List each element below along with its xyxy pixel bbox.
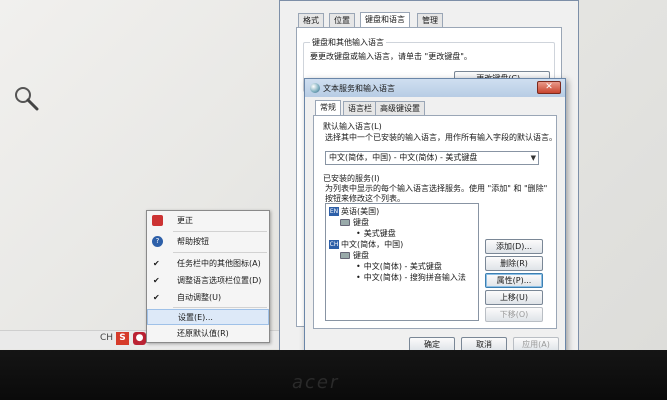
move-down-button[interactable]: 下移(O) [485,307,543,322]
tree-node-chinese[interactable]: CH 中文(简体，中国) [329,240,403,250]
globe-icon [310,83,320,93]
close-button[interactable]: ✕ [537,81,561,94]
properties-button[interactable]: 属性(P)... [485,273,543,288]
help-icon: ? [152,236,163,247]
menu-item-correction[interactable]: 更正 [147,213,269,229]
document-icon [152,215,163,226]
add-button[interactable]: 添加(D)... [485,239,543,254]
sogou-icon[interactable]: S [116,332,129,345]
tab-general[interactable]: 常规 [315,100,341,115]
menu-separator [173,231,267,232]
check-icon: ✔ [153,276,160,285]
tree-node-english[interactable]: EN 英语(美国) [329,207,379,217]
tab-administrative[interactable]: 管理 [417,13,443,27]
check-icon: ✔ [153,293,160,302]
menu-item-settings[interactable]: 设置(E)... [147,309,269,325]
keyboard-icon [340,252,350,259]
default-language-desc: 选择其中一个已安装的输入语言，用作所有输入字段的默认语言。 [325,133,557,142]
language-bar-context-menu: 更正 ? 帮助按钮 ✔ 任务栏中的其他图标(A) ✔ 调整语言选项栏位置(D) … [146,210,270,343]
tree-node-ch-us-keyboard[interactable]: • 中文(简体) - 美式键盘 [356,262,442,272]
tab-language-bar[interactable]: 语言栏 [343,101,377,115]
magnifier-icon [15,87,39,111]
laptop-logo: acer [292,372,340,393]
default-language-select[interactable]: 中文(简体，中国) - 中文(简体) - 美式键盘 ▼ [325,151,539,165]
tab-keyboards-languages[interactable]: 键盘和语言 [360,12,410,27]
close-icon: ✕ [545,82,553,92]
menu-item-auto-adjust[interactable]: ✔ 自动调整(U) [147,290,269,306]
tab-advanced-key-settings[interactable]: 高级键设置 [375,101,425,115]
tree-node-en-us-keyboard[interactable]: • 美式键盘 [356,229,396,239]
menu-separator [173,307,267,308]
text-services-dialog: 文本服务和输入语言 ✕ 常规 语言栏 高级键设置 默认输入语言(L) 选择其中一… [304,78,566,358]
dialog-title: 文本服务和输入语言 [323,84,395,93]
tray-app-icon[interactable]: ● [133,332,146,345]
check-icon: ✔ [153,259,160,268]
tree-node-en-keyboard[interactable]: 键盘 [340,218,369,228]
tree-node-ch-keyboard[interactable]: 键盘 [340,251,369,261]
language-indicator[interactable]: CH [100,333,113,343]
tab-location[interactable]: 位置 [329,13,355,27]
menu-item-help-button[interactable]: ? 帮助按钮 [147,234,269,250]
keyboards-group-title: 键盘和其他输入语言 [310,37,386,48]
menu-item-other-icons[interactable]: ✔ 任务栏中的其他图标(A) [147,256,269,272]
dialog-titlebar[interactable]: 文本服务和输入语言 ✕ [305,79,565,97]
ch-language-badge: CH [329,240,339,249]
menu-item-restore-defaults[interactable]: 还原默认值(R) [147,326,269,342]
move-up-button[interactable]: 上移(U) [485,290,543,305]
default-language-title: 默认输入语言(L) [323,122,382,131]
chevron-down-icon: ▼ [530,154,536,162]
menu-separator [173,252,267,253]
keyboard-icon [340,219,350,226]
remove-button[interactable]: 删除(R) [485,256,543,271]
en-language-badge: EN [329,207,339,216]
menu-item-adjust-position[interactable]: ✔ 调整语言选项栏位置(D) [147,273,269,289]
tab-formats[interactable]: 格式 [298,13,324,27]
keyboards-group-text: 要更改键盘或输入语言，请单击 "更改键盘"。 [310,52,472,61]
installed-services-tree[interactable]: EN 英语(美国) 键盘 • 美式键盘 CH 中文(简体，中国) 键盘 • 中文(简体)… [325,203,479,321]
tree-node-ch-sogou-pinyin[interactable]: • 中文(简体) - 搜狗拼音输入法 [356,273,466,283]
